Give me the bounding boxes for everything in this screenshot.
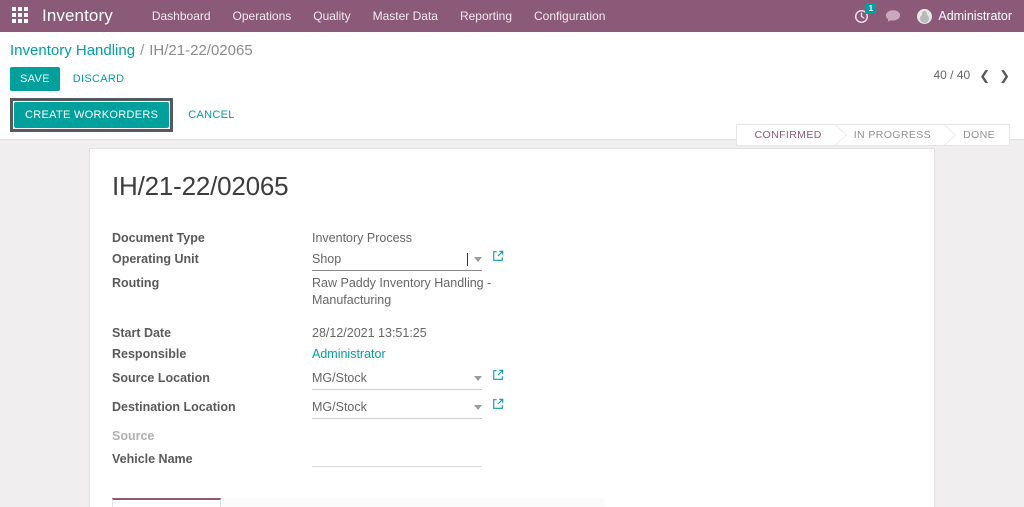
menu-item-dashboard[interactable]: Dashboard bbox=[141, 3, 222, 29]
field-label-vehicle-name: Vehicle Name bbox=[112, 452, 193, 467]
form-sheet: IH/21-22/02065 Document Type Inventory P… bbox=[89, 148, 935, 507]
vehicle-name-input[interactable] bbox=[312, 451, 482, 468]
field-value-source bbox=[312, 426, 512, 430]
source-location-text: MG/Stock bbox=[312, 371, 367, 386]
destination-location-input[interactable]: MG/Stock bbox=[312, 398, 504, 420]
pager-value: 40 / 40 bbox=[933, 68, 971, 82]
pager: 40 / 40 ❮ ❯ bbox=[933, 68, 1010, 82]
external-link-icon[interactable] bbox=[492, 398, 504, 413]
menu-item-master-data[interactable]: Master Data bbox=[362, 3, 449, 29]
status-in-progress[interactable]: IN PROGRESS bbox=[834, 124, 957, 146]
text-cursor bbox=[467, 253, 468, 267]
page-title: IH/21-22/02065 bbox=[112, 171, 289, 202]
breadcrumb-root-link[interactable]: Inventory Handling bbox=[10, 42, 135, 59]
menu-item-configuration[interactable]: Configuration bbox=[523, 3, 616, 29]
field-source: Source bbox=[112, 426, 910, 447]
field-document-type: Document Type Inventory Process bbox=[112, 228, 910, 249]
field-label-source-location: Source Location bbox=[112, 371, 210, 386]
activity-count-badge: 1 bbox=[865, 2, 877, 14]
apps-grid-icon[interactable] bbox=[12, 7, 30, 25]
field-vehicle-name: Vehicle Name bbox=[112, 449, 910, 470]
field-destination-location: Destination Location MG/Stock bbox=[112, 397, 910, 421]
clock-activity-icon[interactable]: 1 bbox=[854, 2, 877, 24]
pager-previous-icon[interactable]: ❮ bbox=[979, 69, 990, 82]
chevron-down-icon[interactable] bbox=[474, 257, 482, 263]
field-value-vehicle-name bbox=[312, 449, 512, 469]
menu-item-reporting[interactable]: Reporting bbox=[449, 3, 523, 29]
field-routing: Routing Raw Paddy Inventory Handling - M… bbox=[112, 273, 910, 311]
external-link-icon[interactable] bbox=[492, 369, 504, 384]
status-confirmed[interactable]: CONFIRMED bbox=[735, 124, 847, 146]
discard-button[interactable]: DISCARD bbox=[68, 67, 135, 91]
tab-finished-products[interactable]: Finished Products bbox=[365, 498, 496, 507]
status-bar: CONFIRMED IN PROGRESS DONE bbox=[735, 124, 1010, 146]
field-value-source-location: MG/Stock bbox=[312, 368, 512, 392]
create-workorders-focus-outline: CREATE WORKORDERS bbox=[10, 98, 174, 133]
tab-miscellaneous[interactable]: Miscellaneous bbox=[495, 498, 606, 507]
source-location-input[interactable]: MG/Stock bbox=[312, 369, 504, 391]
menu-item-quality[interactable]: Quality bbox=[302, 3, 361, 29]
pager-next-icon[interactable]: ❯ bbox=[999, 69, 1010, 82]
field-source-location: Source Location MG/Stock bbox=[112, 368, 910, 392]
field-value-start-date: 28/12/2021 13:51:25 bbox=[312, 326, 427, 341]
breadcrumb-current: IH/21-22/02065 bbox=[149, 42, 253, 59]
top-navbar: Inventory Dashboard Operations Quality M… bbox=[0, 0, 1024, 32]
field-start-date: Start Date 28/12/2021 13:51:25 bbox=[112, 323, 910, 344]
field-responsible: Responsible Administrator bbox=[112, 344, 910, 365]
notebook-tabs: Raw Materials Consumed Materials Finishe… bbox=[112, 498, 910, 507]
field-label-responsible: Responsible bbox=[112, 347, 187, 362]
field-label-destination-location: Destination Location bbox=[112, 400, 236, 415]
user-name-label: Administrator bbox=[938, 9, 1012, 23]
chat-bubble-icon[interactable] bbox=[885, 9, 901, 23]
field-value-operating-unit: Shop bbox=[312, 249, 512, 273]
menu-item-operations[interactable]: Operations bbox=[222, 3, 303, 29]
save-button[interactable]: SAVE bbox=[10, 67, 60, 91]
destination-location-text: MG/Stock bbox=[312, 400, 367, 415]
form-view-background: IH/21-22/02065 Document Type Inventory P… bbox=[0, 140, 1024, 507]
tab-consumed-materials[interactable]: Consumed Materials bbox=[221, 498, 366, 507]
field-value-destination-location: MG/Stock bbox=[312, 397, 512, 421]
field-operating-unit: Operating Unit Shop bbox=[112, 249, 910, 273]
field-label-routing: Routing bbox=[112, 276, 160, 291]
operating-unit-input[interactable]: Shop bbox=[312, 250, 504, 272]
record-action-buttons: SAVE DISCARD bbox=[10, 61, 1010, 98]
field-label-start-date: Start Date bbox=[112, 326, 172, 341]
field-value-document-type: Inventory Process bbox=[312, 231, 413, 246]
operating-unit-text: Shop bbox=[312, 252, 342, 267]
form-fields: Document Type Inventory Process Operatin… bbox=[112, 228, 910, 470]
tab-raw-materials[interactable]: Raw Materials bbox=[112, 498, 222, 507]
control-panel: Inventory Handling / IH/21-22/02065 SAVE… bbox=[0, 32, 1024, 146]
user-menu[interactable]: Administrator bbox=[917, 8, 1012, 24]
create-workorders-button[interactable]: CREATE WORKORDERS bbox=[14, 102, 170, 129]
field-value-routing: Raw Paddy Inventory Handling - Manufactu… bbox=[312, 276, 492, 308]
field-value-responsible[interactable]: Administrator bbox=[312, 344, 512, 365]
avatar bbox=[917, 8, 933, 24]
main-menu: Dashboard Operations Quality Master Data… bbox=[141, 3, 617, 29]
breadcrumb: Inventory Handling / IH/21-22/02065 bbox=[10, 38, 1010, 61]
field-label-source: Source bbox=[112, 429, 155, 444]
field-label-operating-unit: Operating Unit bbox=[112, 252, 199, 267]
breadcrumb-separator: / bbox=[140, 42, 145, 59]
field-label-document-type: Document Type bbox=[112, 231, 205, 246]
external-link-icon[interactable] bbox=[492, 250, 504, 265]
app-brand-inventory[interactable]: Inventory bbox=[42, 6, 113, 26]
cancel-button[interactable]: CANCEL bbox=[183, 103, 244, 127]
chevron-down-icon[interactable] bbox=[474, 376, 482, 382]
navbar-right-tools: 1 Administrator bbox=[854, 2, 1014, 24]
chevron-down-icon[interactable] bbox=[474, 405, 482, 411]
